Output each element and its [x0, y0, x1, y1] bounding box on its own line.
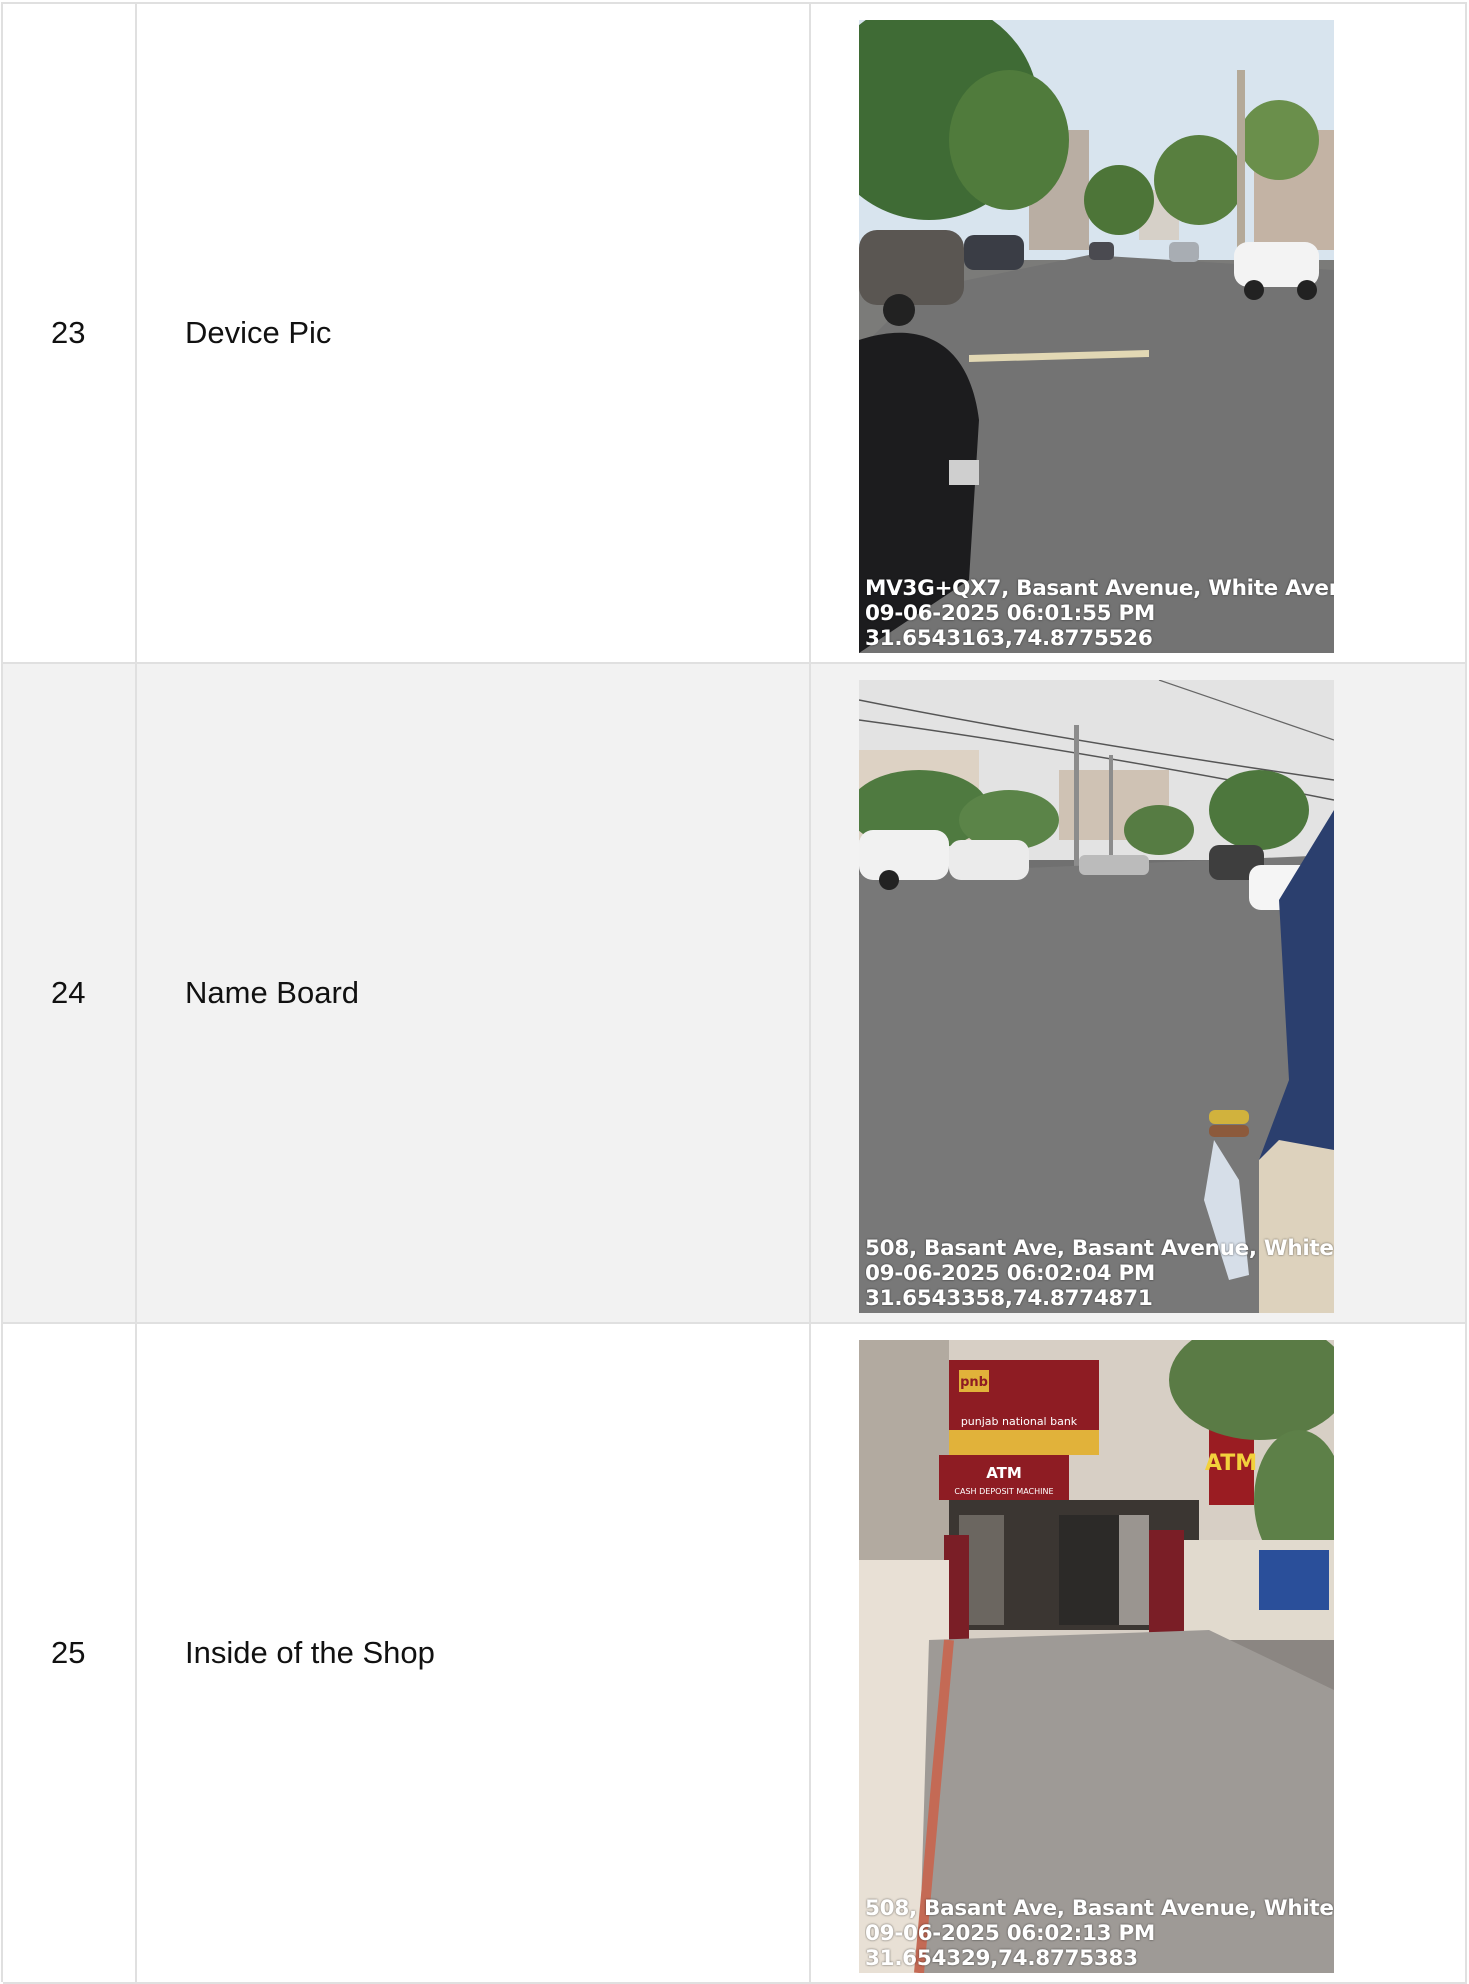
name-board-photo[interactable]: 508, Basant Ave, Basant Avenue, White ..…: [859, 680, 1334, 1313]
row-label: Name Board: [137, 664, 811, 1324]
photo-cell: 508, Basant Ave, Basant Avenue, White ..…: [811, 664, 1467, 1324]
table-row: 23 Device Pic MV3G+QX7, Basant Avenue, W…: [3, 4, 1467, 664]
row-label: Device Pic: [137, 4, 811, 664]
table-row: 24 Name Board 508, Basant Ave, Basant Av…: [3, 664, 1467, 1324]
row-number: 23: [3, 4, 137, 664]
row-label: Inside of the Shop: [137, 1324, 811, 1984]
atm-sign-text: ATM: [986, 1464, 1022, 1482]
bank-name-text: punjab national bank: [961, 1415, 1078, 1428]
atm-side-sign-text: ATM: [1205, 1451, 1257, 1476]
pnb-logo-text: pnb: [960, 1375, 988, 1390]
stamp-coordinates: 31.6543358,74.8774871: [865, 1286, 1153, 1311]
photo-table: 23 Device Pic MV3G+QX7, Basant Avenue, W…: [1, 2, 1467, 1984]
row-number: 25: [3, 1324, 137, 1984]
cash-deposit-text: CASH DEPOSIT MACHINE: [954, 1487, 1053, 1496]
stamp-coordinates: 31.654329,74.8775383: [865, 1946, 1138, 1971]
photo-cell: MV3G+QX7, Basant Avenue, White Avenue, A…: [811, 4, 1467, 664]
photo-geo-stamp: 508, Basant Ave, Basant Avenue, White ..…: [865, 1896, 1334, 1971]
row-number: 24: [3, 664, 137, 1324]
photo-geo-stamp: 508, Basant Ave, Basant Avenue, White ..…: [865, 1236, 1334, 1311]
stamp-datetime: 09-06-2025 06:01:55 PM: [865, 601, 1156, 626]
stamp-coordinates: 31.6543163,74.8775526: [865, 626, 1153, 651]
photo-cell: pnb punjab national bank ATM CASH DEPOSI…: [811, 1324, 1467, 1984]
stamp-address: 508, Basant Ave, Basant Avenue, White ..…: [865, 1236, 1334, 1261]
stamp-datetime: 09-06-2025 06:02:13 PM: [865, 1921, 1156, 1946]
photo-geo-stamp: MV3G+QX7, Basant Avenue, White Avenue, A…: [865, 576, 1334, 651]
shop-photo[interactable]: pnb punjab national bank ATM CASH DEPOSI…: [859, 1340, 1334, 1973]
stamp-datetime: 09-06-2025 06:02:04 PM: [865, 1261, 1156, 1286]
table-row: 25 Inside of the Shop pnb punjab nationa…: [3, 1324, 1467, 1984]
stamp-address: 508, Basant Ave, Basant Avenue, White ..…: [865, 1896, 1334, 1921]
device-photo[interactable]: MV3G+QX7, Basant Avenue, White Avenue, A…: [859, 20, 1334, 653]
stamp-address: MV3G+QX7, Basant Avenue, White Avenue, A: [865, 576, 1334, 601]
